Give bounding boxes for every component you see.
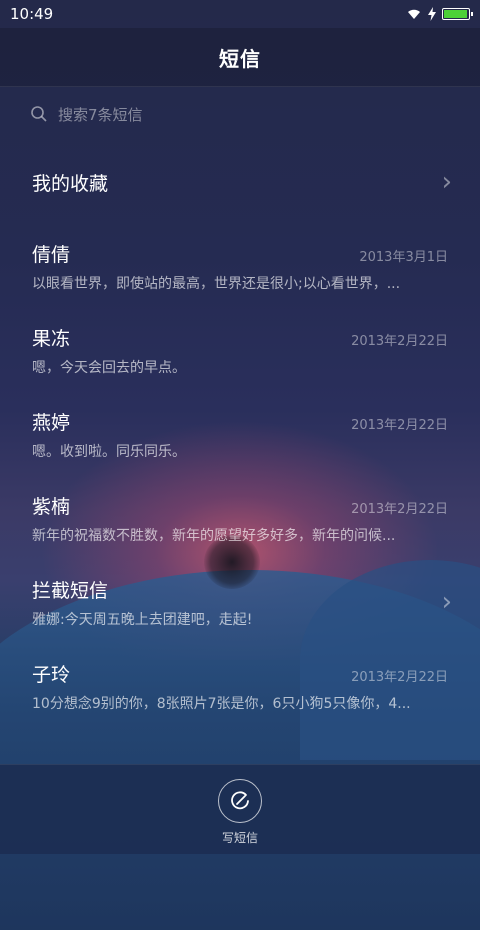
header: 短信: [0, 28, 480, 87]
chevron-right-icon: ›: [441, 167, 452, 197]
favorites-label: 我的收藏: [32, 172, 109, 195]
page-title: 短信: [219, 46, 261, 71]
conversation-row[interactable]: 子玲 2013年2月22日 10分想念9别的你，8张照片7张是你，6只小狗5只像…: [0, 644, 480, 728]
search-icon: [31, 106, 47, 122]
message-preview: 嗯。收到啦。同乐同乐。: [32, 443, 186, 460]
chevron-right-icon: ›: [441, 587, 452, 617]
charging-icon: [428, 7, 436, 21]
status-bar: 10:49: [0, 0, 480, 28]
favorites-item[interactable]: 我的收藏 ›: [0, 140, 480, 224]
status-icons: [406, 7, 473, 21]
compose-button[interactable]: [218, 779, 262, 823]
conversation-list: 我的收藏 › 倩倩 2013年3月1日 以眼看世界，即使站的最高，世界还是很小;…: [0, 140, 480, 728]
message-preview: 嗯，今天会回去的早点。: [32, 359, 186, 376]
message-date: 2013年2月22日: [351, 333, 448, 349]
blocked-messages-item[interactable]: 拦截短信 雅娜:今天周五晚上去团建吧，走起! ›: [0, 560, 480, 644]
status-time: 10:49: [10, 5, 54, 23]
conversation-row[interactable]: 倩倩 2013年3月1日 以眼看世界，即使站的最高，世界还是很小;以心看世界，.…: [0, 224, 480, 308]
search-input[interactable]: 搜索7条短信: [58, 104, 143, 125]
message-preview: 新年的祝福数不胜数，新年的愿望好多好多，新年的问候...: [32, 527, 396, 544]
conversation-row[interactable]: 果冻 2013年2月22日 嗯，今天会回去的早点。: [0, 308, 480, 392]
conversation-row[interactable]: 紫楠 2013年2月22日 新年的祝福数不胜数，新年的愿望好多好多，新年的问候.…: [0, 476, 480, 560]
message-preview: 10分想念9别的你，8张照片7张是你，6只小狗5只像你，4...: [32, 695, 411, 712]
wifi-icon: [408, 9, 420, 19]
message-preview: 以眼看世界，即使站的最高，世界还是很小;以心看世界，...: [32, 275, 401, 292]
contact-name: 紫楠: [32, 495, 71, 518]
message-preview: 雅娜:今天周五晚上去团建吧，走起!: [32, 611, 253, 628]
conversation-row[interactable]: 燕婷 2013年2月22日 嗯。收到啦。同乐同乐。: [0, 392, 480, 476]
message-date: 2013年2月22日: [351, 669, 448, 685]
message-date: 2013年3月1日: [359, 249, 448, 265]
message-date: 2013年2月22日: [351, 501, 448, 517]
contact-name: 倩倩: [32, 243, 71, 266]
bottom-bar: 写短信: [0, 764, 480, 854]
compose-icon: [231, 791, 249, 810]
compose-label: 写短信: [221, 831, 258, 845]
blocked-label: 拦截短信: [32, 579, 109, 602]
contact-name: 燕婷: [32, 411, 71, 434]
search-bar[interactable]: 搜索7条短信: [30, 100, 450, 128]
contact-name: 子玲: [32, 663, 71, 686]
battery-icon: [442, 8, 473, 20]
contact-name: 果冻: [32, 327, 71, 350]
message-date: 2013年2月22日: [351, 417, 448, 433]
